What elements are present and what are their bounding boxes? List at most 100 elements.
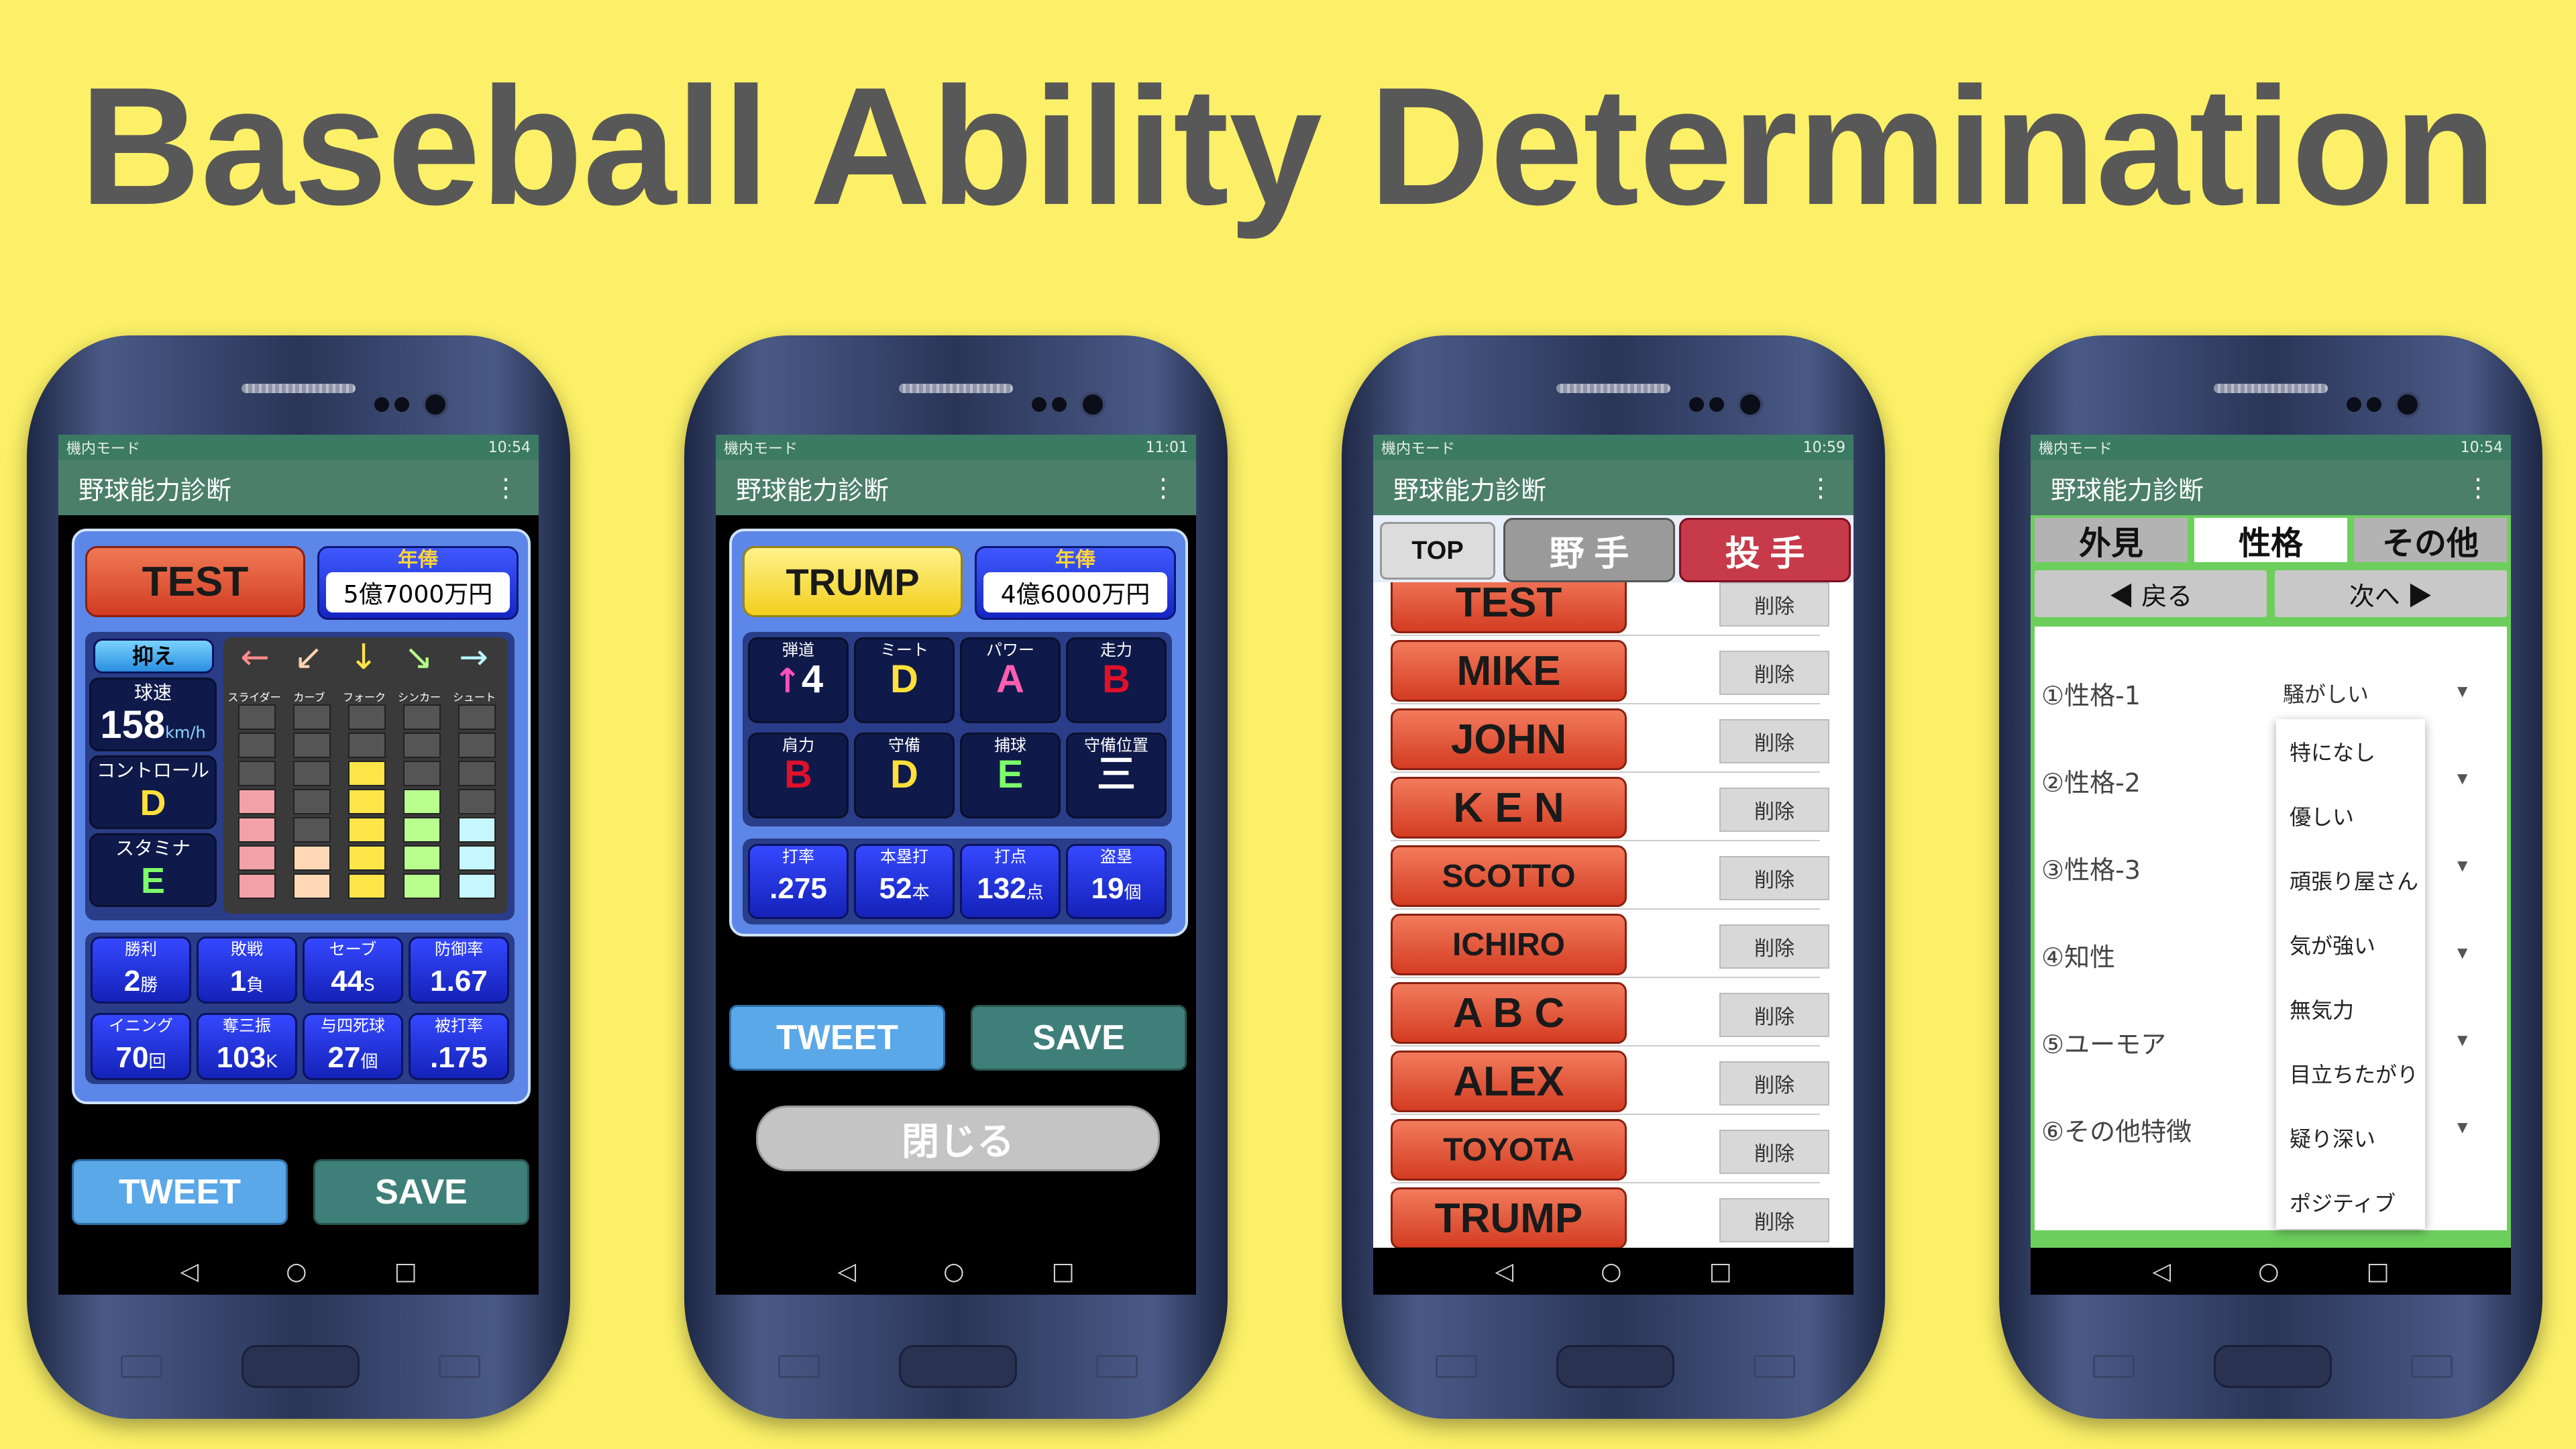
player-name-button[interactable]: TRUMP <box>1391 1187 1627 1248</box>
dropdown-caret-icon[interactable]: ▼ <box>2457 1119 2467 1135</box>
stat-value: D <box>890 657 918 701</box>
player-name-button[interactable]: TOYOTA <box>1391 1119 1627 1181</box>
delete-button[interactable]: 削除 <box>1719 1198 1829 1242</box>
list-item[interactable]: A B C 削除 <box>1391 978 1829 1046</box>
back-nav-icon[interactable]: ◁ <box>837 1258 856 1285</box>
dropdown-caret-icon[interactable]: ▼ <box>2457 945 2467 961</box>
form-container: 外見 性格 その他 ◀ 戻る 次へ ▶ ①性格-1 騒がしい ▼ ②性格-2 ▼ ③性格-… <box>2031 515 2511 1248</box>
player-name-button[interactable]: SCOTTO <box>1391 845 1627 907</box>
list-item[interactable]: TOYOTA 削除 <box>1391 1115 1829 1183</box>
home-nav-icon[interactable]: ○ <box>1601 1258 1621 1285</box>
tweet-button[interactable]: TWEET <box>72 1159 288 1225</box>
delete-button[interactable]: 削除 <box>1719 719 1829 763</box>
pitch-meter <box>458 704 496 902</box>
dropdown-caret-icon[interactable]: ▼ <box>2457 770 2467 786</box>
dropdown-option[interactable]: 頑張り屋さん <box>2276 848 2425 912</box>
dropdown-option[interactable]: 気が強い <box>2276 912 2425 977</box>
dropdown-option[interactable]: 優しい <box>2276 784 2425 848</box>
tab-personality[interactable]: 性格 <box>2194 518 2347 562</box>
overflow-menu-icon[interactable]: ⋮ <box>1150 473 1176 502</box>
delete-button[interactable]: 削除 <box>1719 651 1829 695</box>
meter-segment <box>458 761 496 786</box>
save-button[interactable]: SAVE <box>971 1005 1187 1071</box>
player-name-button[interactable]: ICHIRO <box>1391 914 1627 975</box>
delete-button[interactable]: 削除 <box>1719 1061 1829 1106</box>
control-cell: コントロール D <box>89 755 217 829</box>
back-nav-icon[interactable]: ◁ <box>180 1258 199 1285</box>
list-item[interactable]: K E N 削除 <box>1391 773 1829 841</box>
pitch-meter <box>293 704 331 902</box>
status-bar: 機内モード 11:01 <box>716 435 1196 460</box>
delete-button[interactable]: 削除 <box>1719 993 1829 1037</box>
next-button[interactable]: 次へ ▶ <box>2275 570 2507 617</box>
tweet-button[interactable]: TWEET <box>729 1005 945 1071</box>
field-select[interactable]: 騒がしい <box>2283 678 2369 708</box>
save-button[interactable]: SAVE <box>313 1159 529 1225</box>
player-name-button[interactable]: JOHN <box>1391 708 1627 770</box>
home-nav-icon[interactable]: ○ <box>286 1258 307 1285</box>
home-nav-icon[interactable]: ○ <box>943 1258 964 1285</box>
delete-button[interactable]: 削除 <box>1719 856 1829 900</box>
player-name-button[interactable]: K E N <box>1391 777 1627 839</box>
form-body: ①性格-1騒がしい▼②性格-2▼③性格-3特▼④知性▼⑤ユーモアふ▼⑥その他特徴… <box>2035 627 2507 1230</box>
back-nav-icon[interactable]: ◁ <box>2152 1258 2171 1285</box>
close-button[interactable]: 閉じる <box>756 1106 1160 1171</box>
delete-button[interactable]: 削除 <box>1719 924 1829 969</box>
meter-segment <box>293 845 331 871</box>
overflow-menu-icon[interactable]: ⋮ <box>493 473 519 502</box>
tab-pitcher[interactable]: 投 手 <box>1679 518 1851 582</box>
android-nav-bar: ◁ ○ □ <box>716 1248 1196 1295</box>
dropdown-option[interactable]: 目立ちたがり <box>2276 1041 2425 1106</box>
recent-nav-icon[interactable]: □ <box>2367 1258 2390 1285</box>
stat-unit: 負 <box>246 975 264 996</box>
stat-value: D <box>890 753 918 796</box>
dropdown-caret-icon[interactable]: ▼ <box>2457 683 2467 699</box>
dropdown-menu[interactable]: 特になし 優しい 頑張り屋さん 気が強い 無気力 目立ちたがり 疑り深い ポジティブ <box>2276 719 2425 1229</box>
delete-button[interactable]: 削除 <box>1719 788 1829 832</box>
stat-value: 1 <box>229 965 247 998</box>
app-title: 野球能力診断 <box>736 475 890 505</box>
field-label: ⑤ユーモア <box>2041 1030 2167 1059</box>
overflow-menu-icon[interactable]: ⋮ <box>2465 473 2491 502</box>
list-item[interactable]: TEST 削除 <box>1391 582 1829 636</box>
overflow-menu-icon[interactable]: ⋮ <box>1808 473 1833 502</box>
home-nav-icon[interactable]: ○ <box>2258 1258 2279 1285</box>
pitch-arrow-fork-icon: ↓ <box>349 637 378 678</box>
meter-segment <box>348 704 386 730</box>
stat-cell: 守備位置三 <box>1066 733 1167 818</box>
field-label: ④知性 <box>2041 943 2116 972</box>
dropdown-option[interactable]: ポジティブ <box>2276 1170 2425 1234</box>
dropdown-caret-icon[interactable]: ▼ <box>2457 1032 2467 1048</box>
player-name-button[interactable]: A B C <box>1391 982 1627 1044</box>
dropdown-option[interactable]: 疑り深い <box>2276 1106 2425 1170</box>
dropdown-option[interactable]: 無気力 <box>2276 977 2425 1041</box>
back-button[interactable]: ◀ 戻る <box>2035 570 2267 617</box>
android-nav-bar: ◁ ○ □ <box>1373 1248 1854 1295</box>
tab-top[interactable]: TOP <box>1380 522 1495 580</box>
stat-label: 被打率 <box>435 1016 483 1035</box>
list-item[interactable]: MIKE 削除 <box>1391 636 1829 704</box>
pitching-ability-block: 抑え 球速 158km/h コントロール D スタミナ E ← ↙ ↓ ↘ → … <box>85 632 515 920</box>
player-name-button[interactable]: TEST <box>1391 582 1627 633</box>
recent-nav-icon[interactable]: □ <box>1052 1258 1075 1285</box>
recent-nav-icon[interactable]: □ <box>1709 1258 1732 1285</box>
list-item[interactable]: ALEX 削除 <box>1391 1046 1829 1115</box>
recent-nav-icon[interactable]: □ <box>394 1258 417 1285</box>
delete-button[interactable]: 削除 <box>1719 1130 1829 1174</box>
tab-fielder[interactable]: 野 手 <box>1503 518 1675 582</box>
dropdown-caret-icon[interactable]: ▼ <box>2457 857 2467 873</box>
meter-segment <box>348 873 386 899</box>
list-item[interactable]: SCOTTO 削除 <box>1391 841 1829 910</box>
tab-other[interactable]: その他 <box>2354 518 2507 562</box>
delete-button[interactable]: 削除 <box>1719 582 1829 627</box>
player-name-button[interactable]: MIKE <box>1391 640 1627 702</box>
list-item[interactable]: JOHN 削除 <box>1391 704 1829 773</box>
list-item[interactable]: ICHIRO 削除 <box>1391 910 1829 978</box>
dropdown-option[interactable]: 特になし <box>2276 719 2425 784</box>
player-name-button[interactable]: ALEX <box>1391 1051 1627 1112</box>
back-nav-icon[interactable]: ◁ <box>1495 1258 1513 1285</box>
player-name-badge: TEST <box>85 546 305 617</box>
pitching-stats-block: 勝利 2勝 敗戦 1負 セーブ 44S 防御率 1.67 イニング 70回 奪三振 103K 与四死球 2… <box>85 932 515 1084</box>
list-item[interactable]: TRUMP 削除 <box>1391 1183 1829 1248</box>
tab-appearance[interactable]: 外見 <box>2035 518 2188 562</box>
